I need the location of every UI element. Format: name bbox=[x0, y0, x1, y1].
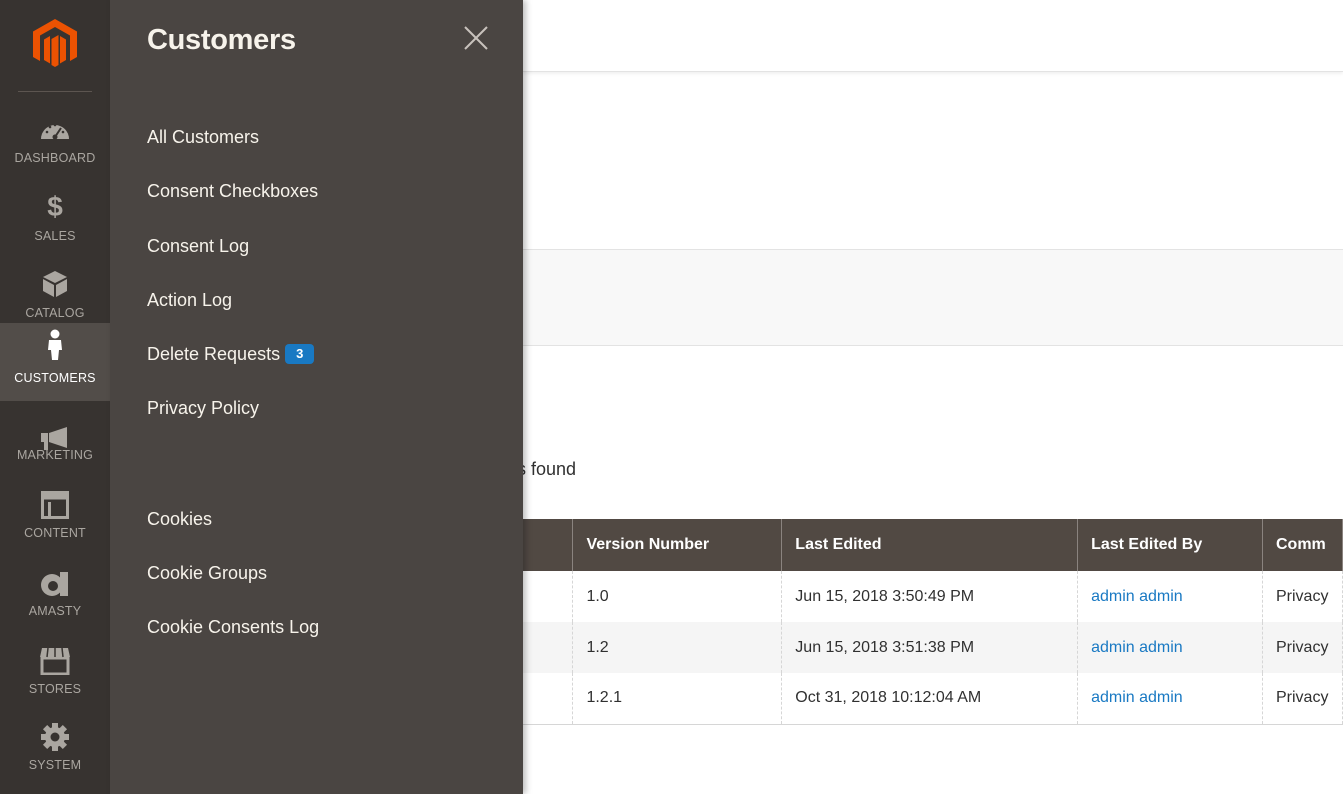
version-cell: 1.2.1 bbox=[572, 673, 783, 725]
pending-count-badge: 3 bbox=[285, 344, 315, 364]
table-cell bbox=[523, 673, 574, 725]
menu-link-delete-requests[interactable]: Delete Requests 3 bbox=[147, 344, 315, 365]
page-header bbox=[523, 0, 1343, 72]
person-icon bbox=[39, 329, 71, 360]
table-row[interactable]: 1.2.1 Oct 31, 2018 10:12:04 AM admin adm… bbox=[523, 673, 1343, 725]
close-icon bbox=[464, 26, 488, 50]
nav-item-marketing[interactable]: MARKETING bbox=[0, 415, 110, 493]
menu-link-cookie-consents-log[interactable]: Cookie Consents Log bbox=[147, 617, 319, 638]
menu-link-consent-checkboxes[interactable]: Consent Checkboxes bbox=[147, 181, 318, 202]
flyout-title: Customers bbox=[147, 24, 296, 56]
logo-divider bbox=[18, 91, 92, 92]
grid-toolbar bbox=[523, 249, 1343, 346]
table-cell bbox=[523, 571, 574, 622]
records-found-text: s found bbox=[517, 459, 577, 479]
table-header-row: Version Number Last Edited Last Edited B… bbox=[523, 519, 1343, 571]
magento-logo-icon[interactable] bbox=[32, 18, 78, 70]
last-edited-by-cell: admin admin bbox=[1077, 622, 1263, 673]
gear-icon bbox=[39, 723, 71, 751]
column-header-comment[interactable]: Comm bbox=[1262, 519, 1343, 571]
admin-nav: DASHBOARD $ SALES CATALOG CUSTOMERS MARK… bbox=[0, 0, 110, 794]
last-edited-cell: Oct 31, 2018 10:12:04 AM bbox=[781, 673, 1079, 725]
main-content: s found Version Number Last Edited Last … bbox=[517, 0, 1343, 794]
user-link[interactable]: admin admin bbox=[1091, 639, 1183, 656]
nav-item-dashboard[interactable]: DASHBOARD bbox=[0, 105, 110, 183]
user-link[interactable]: admin admin bbox=[1091, 588, 1183, 605]
comment-cell: Privacy bbox=[1262, 622, 1343, 673]
amasty-icon bbox=[39, 570, 71, 598]
nav-item-sales[interactable]: $ SALES bbox=[0, 183, 110, 261]
comment-cell: Privacy bbox=[1262, 673, 1343, 725]
nav-label: CUSTOMERS bbox=[14, 371, 96, 385]
version-cell: 1.0 bbox=[572, 571, 783, 622]
comment-cell: Privacy bbox=[1262, 571, 1343, 622]
last-edited-by-cell: admin admin bbox=[1077, 571, 1263, 622]
nav-label: STORES bbox=[28, 682, 82, 696]
store-icon bbox=[39, 647, 71, 675]
close-flyout-button[interactable] bbox=[462, 24, 490, 52]
nav-item-stores[interactable]: STORES bbox=[0, 644, 110, 722]
nav-item-amasty[interactable]: AMASTY bbox=[0, 566, 110, 644]
user-link[interactable]: admin admin bbox=[1091, 689, 1183, 706]
menu-link-all-customers[interactable]: All Customers bbox=[147, 127, 259, 148]
menu-link-consent-log[interactable]: Consent Log bbox=[147, 236, 249, 257]
nav-label: SALES bbox=[34, 229, 76, 243]
customers-flyout-menu: Customers All Customers Consent Checkbox… bbox=[110, 0, 523, 794]
nav-label: AMASTY bbox=[28, 604, 82, 618]
nav-label: MARKETING bbox=[16, 448, 94, 462]
menu-link-privacy-policy[interactable]: Privacy Policy bbox=[147, 398, 259, 419]
nav-item-system[interactable]: SYSTEM bbox=[0, 721, 110, 794]
policy-versions-table: Version Number Last Edited Last Edited B… bbox=[523, 519, 1343, 725]
column-header-version-number[interactable]: Version Number bbox=[572, 519, 783, 571]
last-edited-by-cell: admin admin bbox=[1077, 673, 1263, 725]
column-header[interactable] bbox=[523, 519, 574, 571]
table-row[interactable]: 1.0 Jun 15, 2018 3:50:49 PM admin admin … bbox=[523, 571, 1343, 622]
menu-link-cookies[interactable]: Cookies bbox=[147, 509, 212, 530]
menu-link-cookie-groups[interactable]: Cookie Groups bbox=[147, 563, 267, 584]
nav-item-customers[interactable]: CUSTOMERS bbox=[0, 323, 110, 401]
table-row[interactable]: 1.2 Jun 15, 2018 3:51:38 PM admin admin … bbox=[523, 622, 1343, 673]
layout-icon bbox=[39, 491, 71, 519]
nav-label: CATALOG bbox=[25, 306, 85, 320]
dashboard-icon bbox=[39, 115, 71, 143]
nav-label: SYSTEM bbox=[28, 758, 82, 772]
nav-item-content[interactable]: CONTENT bbox=[0, 488, 110, 566]
column-header-last-edited-by[interactable]: Last Edited By bbox=[1077, 519, 1263, 571]
column-header-last-edited[interactable]: Last Edited bbox=[781, 519, 1079, 571]
table-cell bbox=[523, 622, 574, 673]
menu-link-label: Delete Requests bbox=[147, 344, 281, 364]
box-icon bbox=[39, 270, 71, 298]
last-edited-cell: Jun 15, 2018 3:50:49 PM bbox=[781, 571, 1079, 622]
nav-label: CONTENT bbox=[24, 526, 86, 540]
version-cell: 1.2 bbox=[572, 622, 783, 673]
menu-link-action-log[interactable]: Action Log bbox=[147, 290, 232, 311]
dollar-icon: $ bbox=[47, 191, 63, 222]
nav-label: DASHBOARD bbox=[14, 151, 96, 165]
last-edited-cell: Jun 15, 2018 3:51:38 PM bbox=[781, 622, 1079, 673]
